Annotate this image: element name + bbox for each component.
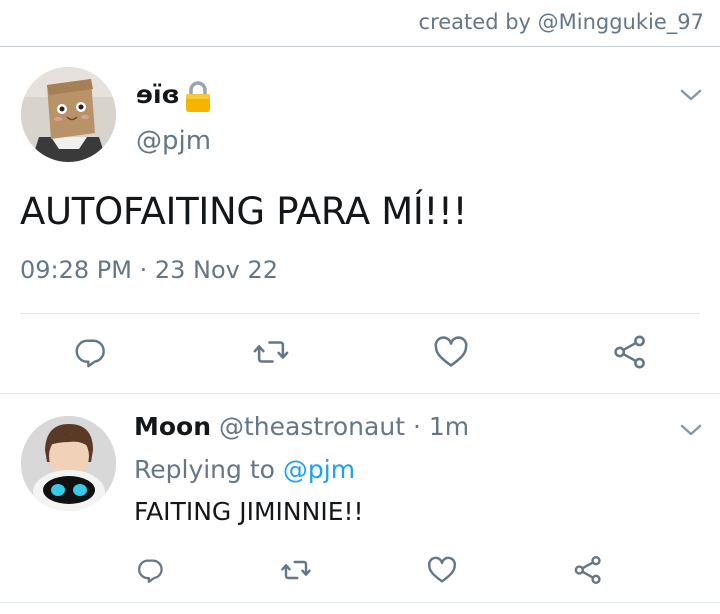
bottom-divider	[0, 602, 720, 603]
chevron-down-icon[interactable]	[680, 87, 702, 101]
reply-display-name[interactable]: Moon	[134, 412, 211, 441]
reply-like-button[interactable]	[422, 550, 462, 590]
replying-mention[interactable]: @pjm	[283, 455, 355, 484]
retweet-icon	[281, 560, 311, 580]
reply-text: FAITING JIMINNIE!!	[134, 497, 364, 526]
top-divider	[0, 46, 720, 47]
tweet-timestamp[interactable]: 09:28 PM · 23 Nov 22	[20, 256, 278, 284]
reply-share-button[interactable]	[568, 550, 608, 590]
avatar-reply[interactable]	[21, 416, 116, 511]
retweet-icon	[253, 341, 289, 363]
share-icon	[574, 556, 601, 584]
reply-icon	[75, 339, 105, 368]
reply-icon	[138, 559, 163, 583]
reply-button[interactable]	[71, 332, 111, 372]
retweet-button[interactable]	[251, 332, 291, 372]
like-button[interactable]	[431, 332, 471, 372]
user-handle[interactable]: @pjm	[136, 126, 211, 156]
stats-divider	[20, 313, 700, 314]
share-button[interactable]	[610, 332, 650, 372]
like-icon	[428, 556, 456, 583]
like-icon	[434, 336, 468, 367]
avatar-image	[21, 67, 116, 162]
display-name[interactable]: ɘïɞ	[136, 80, 180, 109]
tweet-text: AUTOFAITING PARA MÍ!!!	[20, 190, 468, 233]
avatar-main[interactable]	[21, 67, 116, 162]
replying-prefix: Replying to	[134, 455, 283, 484]
avatar-image	[21, 416, 116, 511]
reply-dot: ·	[405, 412, 429, 441]
reply-reply-button[interactable]	[131, 550, 171, 590]
reply-age[interactable]: 1m	[429, 412, 469, 441]
reply-header: Moon @theastronaut · 1m	[134, 412, 469, 441]
lock-icon	[183, 80, 213, 114]
replying-to: Replying to @pjm	[134, 455, 355, 484]
reply-retweet-button[interactable]	[276, 550, 316, 590]
share-icon	[614, 335, 645, 369]
reply-divider	[0, 393, 720, 394]
reply-handle[interactable]: @theastronaut	[219, 412, 405, 441]
chevron-down-icon[interactable]	[680, 422, 702, 436]
creator-credit: created by @Minggukie_97	[418, 10, 704, 34]
